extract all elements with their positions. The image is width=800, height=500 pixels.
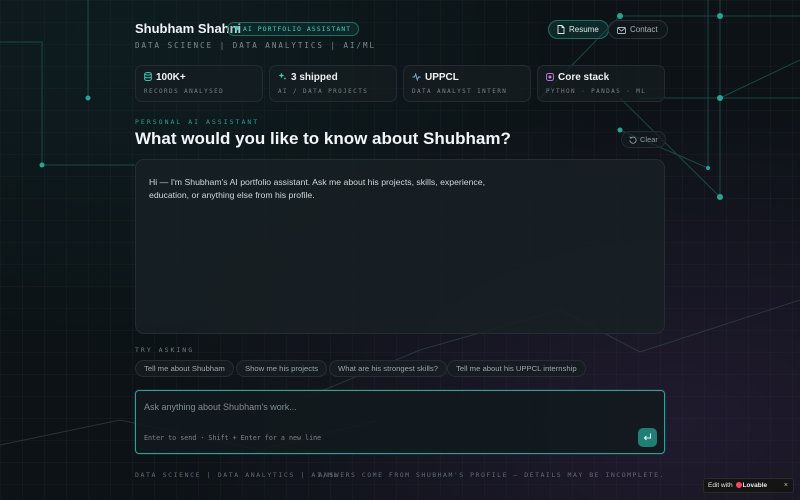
close-icon[interactable]: × [784, 479, 788, 492]
message-input[interactable] [144, 399, 604, 415]
suggestions-label: TRY ASKING [135, 346, 195, 354]
database-icon [144, 72, 152, 81]
file-icon [557, 25, 565, 34]
page-title: What would you like to know about Shubha… [135, 129, 511, 148]
stat-label: AI / DATA PROJECTS [278, 88, 369, 95]
lovable-badge[interactable]: Edit with Lovable × [703, 478, 794, 493]
lovable-brand: Lovable [742, 482, 768, 489]
status-dot-icon [235, 26, 239, 30]
suggestion-chips: Tell me about Shubham Show me his projec… [135, 360, 665, 377]
activity-icon [412, 72, 421, 82]
profile-header: Shubham Shahni AI PORTFOLIO ASSISTANT DA… [135, 20, 668, 60]
clear-chat-button[interactable]: Clear [621, 131, 666, 148]
resume-button-label: Resume [569, 25, 599, 34]
message-composer: Enter to send · Shift + Enter for a new … [135, 390, 665, 454]
stat-label: DATA ANALYST INTERN [412, 88, 508, 95]
stat-value: 100K+ [156, 72, 186, 83]
stat-card-internship: UPPCL DATA ANALYST INTERN [403, 65, 531, 102]
suggestion-chip[interactable]: Tell me about Shubham [135, 360, 234, 377]
assistant-badge-label: AI PORTFOLIO ASSISTANT [243, 25, 352, 33]
contact-button-label: Contact [630, 25, 658, 34]
chat-window[interactable]: Hi — I'm Shubham's AI portfolio assistan… [135, 159, 665, 334]
suggestion-chip[interactable]: Show me his projects [236, 360, 328, 377]
rotate-ccw-icon [629, 135, 637, 144]
stat-card-records: 100K+ RECORDS ANALYSED [135, 65, 263, 102]
mail-icon [617, 27, 626, 34]
lovable-logo-icon [735, 481, 742, 488]
chip-icon [546, 73, 554, 81]
lovable-prefix: Edit with [708, 482, 733, 489]
suggestion-chip[interactable]: What are his strongest skills? [329, 360, 447, 377]
stat-card-stack: Core stack PYTHON · PANDAS · ML [537, 65, 665, 102]
resume-button[interactable]: Resume [548, 20, 609, 39]
enter-icon [643, 433, 652, 441]
stat-label: PYTHON · PANDAS · ML [546, 88, 647, 95]
contact-button[interactable]: Contact [608, 20, 668, 39]
send-button[interactable] [638, 428, 657, 447]
stat-label: RECORDS ANALYSED [144, 88, 225, 95]
suggestion-chip[interactable]: Tell me about his UPPCL internship [447, 360, 586, 377]
assistant-badge: AI PORTFOLIO ASSISTANT [227, 22, 360, 36]
sparkles-icon [278, 72, 287, 80]
clear-button-label: Clear [640, 135, 658, 144]
profile-subtitle: DATA SCIENCE | DATA ANALYTICS | AI/ML [135, 41, 377, 50]
stat-card-projects: 3 shipped AI / DATA PROJECTS [269, 65, 397, 102]
stat-value: UPPCL [425, 72, 459, 83]
main-container: Shubham Shahni AI PORTFOLIO ASSISTANT DA… [135, 0, 668, 500]
footer-tagline: DATA SCIENCE | DATA ANALYTICS | AI/ML [135, 471, 339, 479]
stat-value: Core stack [558, 72, 610, 83]
footer-disclaimer: ANSWERS COME FROM SHUBHAM'S PROFILE — DE… [318, 471, 665, 479]
profile-name: Shubham Shahni [135, 21, 242, 36]
composer-hint: Enter to send · Shift + Enter for a new … [144, 434, 322, 442]
stat-value: 3 shipped [291, 72, 338, 83]
stats-row: 100K+ RECORDS ANALYSED 3 shipped AI / DA… [135, 65, 665, 102]
assistant-message: Hi — I'm Shubham's AI portfolio assistan… [149, 177, 485, 200]
section-eyebrow: PERSONAL AI ASSISTANT [135, 118, 260, 126]
